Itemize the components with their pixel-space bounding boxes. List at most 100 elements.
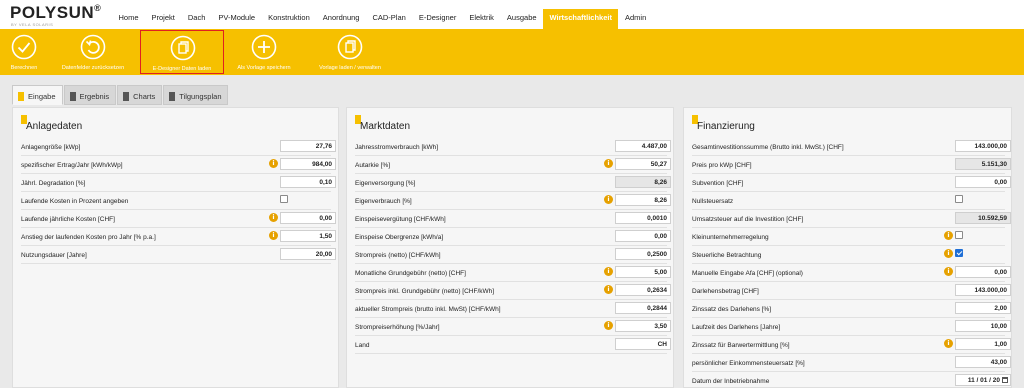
toolbar-button-vorlage-laden-verwalten[interactable]: Vorlage laden / verwalten bbox=[305, 29, 395, 75]
info-icon[interactable]: i bbox=[269, 213, 278, 222]
toolbar-button-label: Als Vorlage speichern bbox=[237, 65, 291, 71]
toolbar-button-als-vorlage-speichern[interactable]: Als Vorlage speichern bbox=[222, 29, 306, 75]
info-icon[interactable]: i bbox=[604, 159, 613, 168]
nav-item-e-designer[interactable]: E-Designer bbox=[412, 9, 463, 29]
tab-label: Ergebnis bbox=[79, 92, 110, 101]
value-input[interactable]: 27,76 bbox=[280, 140, 336, 152]
calendar-icon[interactable] bbox=[1002, 377, 1008, 383]
value-input[interactable]: 984,00 bbox=[280, 158, 336, 170]
logo-wordmark: POLYSUN® bbox=[10, 3, 102, 22]
toolbar-button-berechnen[interactable]: Berechnen bbox=[0, 29, 48, 75]
checkbox[interactable] bbox=[280, 195, 288, 203]
field-label: Strompreis inkl. Grundgebühr (netto) [CH… bbox=[355, 288, 495, 295]
app-window: POLYSUN® BY VELA SOLARIS Home Projekt Dach… bbox=[0, 0, 1024, 388]
tab-tilgungsplan[interactable]: Tilgungsplan bbox=[163, 85, 229, 105]
nav-item-cad-plan[interactable]: CAD-Plan bbox=[366, 9, 412, 29]
value-input[interactable]: 143.000,00 bbox=[955, 284, 1011, 296]
field-label: persönlicher Einkommensteuersatz [%] bbox=[692, 360, 805, 367]
checkbox[interactable] bbox=[955, 249, 963, 257]
field-row-gesamtinvestitionssumme-brutto-inkl-mwst-chf: Gesamtinvestitionssumme (Brutto inkl. Mw… bbox=[692, 140, 1011, 156]
tab-charts[interactable]: Charts bbox=[117, 85, 163, 105]
reset-circle-icon bbox=[80, 34, 106, 60]
field-row-land: Land CH bbox=[355, 338, 671, 354]
value-input[interactable]: 0,00 bbox=[280, 212, 336, 224]
field-row-nutzungsdauer-jahre: Nutzungsdauer [Jahre] 20,00 bbox=[21, 248, 336, 264]
value-input: 8,26 bbox=[615, 176, 671, 188]
value-input[interactable]: 1,50 bbox=[280, 230, 336, 242]
field-value: 20,00 bbox=[315, 251, 332, 258]
value-input[interactable]: 20,00 bbox=[280, 248, 336, 260]
value-input[interactable]: 0,00 bbox=[955, 176, 1011, 188]
nav-item-home[interactable]: Home bbox=[112, 9, 145, 29]
nav-item-wirtschaftlichkeit[interactable]: Wirtschaftlichkeit bbox=[543, 9, 619, 29]
field-value: 0,2634 bbox=[647, 287, 667, 294]
info-icon[interactable]: i bbox=[604, 285, 613, 294]
toolbar-button-e-designer-daten-laden[interactable]: E-Designer Daten laden bbox=[140, 30, 224, 74]
value-input[interactable]: CH bbox=[615, 338, 671, 350]
field-row-laufzeit-des-darlehens-jahre: Laufzeit des Darlehens [Jahre] 10,00 bbox=[692, 320, 1011, 336]
panel-title: Anlagedaten bbox=[26, 121, 83, 132]
field-value: CH bbox=[657, 341, 667, 348]
value-input[interactable]: 0,00 bbox=[615, 230, 671, 242]
value-input[interactable]: 143.000,00 bbox=[955, 140, 1011, 152]
info-icon[interactable]: i bbox=[269, 159, 278, 168]
field-label: Darlehensbetrag [CHF] bbox=[692, 288, 759, 295]
field-value: 10.592,59 bbox=[978, 215, 1007, 222]
value-input[interactable]: 0,2634 bbox=[615, 284, 671, 296]
field-value: 11 / 01 / 20 bbox=[967, 377, 1000, 384]
nav-item-pv-module[interactable]: PV-Module bbox=[212, 9, 262, 29]
field-row-jahrl-degradation: Jährl. Degradation [%] 0,10 bbox=[21, 176, 336, 192]
value-input[interactable]: 1,00 bbox=[955, 338, 1011, 350]
value-input[interactable]: 50,27 bbox=[615, 158, 671, 170]
info-icon[interactable]: i bbox=[944, 231, 953, 240]
value-input[interactable]: 8,26 bbox=[615, 194, 671, 206]
panel-title: Marktdaten bbox=[360, 121, 411, 132]
toolbar-button-label: E-Designer Daten laden bbox=[152, 66, 212, 72]
nav-item-admin[interactable]: Admin bbox=[618, 9, 652, 29]
nav-item-anordnung[interactable]: Anordnung bbox=[316, 9, 366, 29]
field-value: 0,0010 bbox=[647, 215, 667, 222]
tab-eingabe[interactable]: Eingabe bbox=[12, 85, 63, 105]
value-input[interactable]: 0,00 bbox=[955, 266, 1011, 278]
field-value: 143.000,00 bbox=[974, 143, 1007, 150]
info-icon[interactable]: i bbox=[604, 195, 613, 204]
field-value: 0,10 bbox=[319, 179, 332, 186]
field-label: Anlagengröße [kWp] bbox=[21, 144, 81, 151]
date-input[interactable]: 11 / 01 / 20 bbox=[955, 374, 1011, 386]
checkbox[interactable] bbox=[955, 195, 963, 203]
field-label: Anstieg der laufenden Kosten pro Jahr [%… bbox=[21, 234, 156, 241]
info-icon[interactable]: i bbox=[944, 249, 953, 258]
action-toolbar: Berechnen Datenfelder zurücksetzen E-Desig… bbox=[0, 29, 1024, 75]
value-input[interactable]: 3,50 bbox=[615, 320, 671, 332]
nav-item-projekt[interactable]: Projekt bbox=[145, 9, 181, 29]
field-row-zinssatz-des-darlehens: Zinssatz des Darlehens [%] 2,00 bbox=[692, 302, 1011, 318]
field-value: 1,50 bbox=[319, 233, 332, 240]
field-row-kleinunternehmerregelung: Kleinunternehmerregelung i bbox=[692, 230, 1005, 246]
info-icon[interactable]: i bbox=[944, 267, 953, 276]
info-icon[interactable]: i bbox=[944, 339, 953, 348]
value-input[interactable]: 2,00 bbox=[955, 302, 1011, 314]
polysun-logo[interactable]: POLYSUN® BY VELA SOLARIS bbox=[10, 3, 120, 29]
value-input[interactable]: 0,2500 bbox=[615, 248, 671, 260]
value-input[interactable]: 4.487,00 bbox=[615, 140, 671, 152]
info-icon[interactable]: i bbox=[604, 321, 613, 330]
info-icon[interactable]: i bbox=[604, 267, 613, 276]
value-input[interactable]: 0,10 bbox=[280, 176, 336, 188]
value-input[interactable]: 43,00 bbox=[955, 356, 1011, 368]
value-input[interactable]: 5,00 bbox=[615, 266, 671, 278]
nav-item-elektrik[interactable]: Elektrik bbox=[463, 9, 501, 29]
field-row-steuerliche-betrachtung: Steuerliche Betrachtung i bbox=[692, 248, 1005, 264]
tab-ergebnis[interactable]: Ergebnis bbox=[63, 85, 117, 105]
value-input[interactable]: 10,00 bbox=[955, 320, 1011, 332]
info-icon[interactable]: i bbox=[269, 231, 278, 240]
field-label: Jahresstromverbrauch [kWh] bbox=[355, 144, 439, 151]
value-input[interactable]: 0,2844 bbox=[615, 302, 671, 314]
nav-item-ausgabe[interactable]: Ausgabe bbox=[500, 9, 543, 29]
value-input[interactable]: 0,0010 bbox=[615, 212, 671, 224]
toolbar-button-datenfelder-zurucksetzen[interactable]: Datenfelder zurücksetzen bbox=[52, 29, 134, 75]
nav-item-konstruktion[interactable]: Konstruktion bbox=[262, 9, 317, 29]
check-circle-icon bbox=[11, 34, 37, 60]
field-row-darlehensbetrag-chf: Darlehensbetrag [CHF] 143.000,00 bbox=[692, 284, 1011, 300]
checkbox[interactable] bbox=[955, 231, 963, 239]
nav-item-dach[interactable]: Dach bbox=[181, 9, 212, 29]
